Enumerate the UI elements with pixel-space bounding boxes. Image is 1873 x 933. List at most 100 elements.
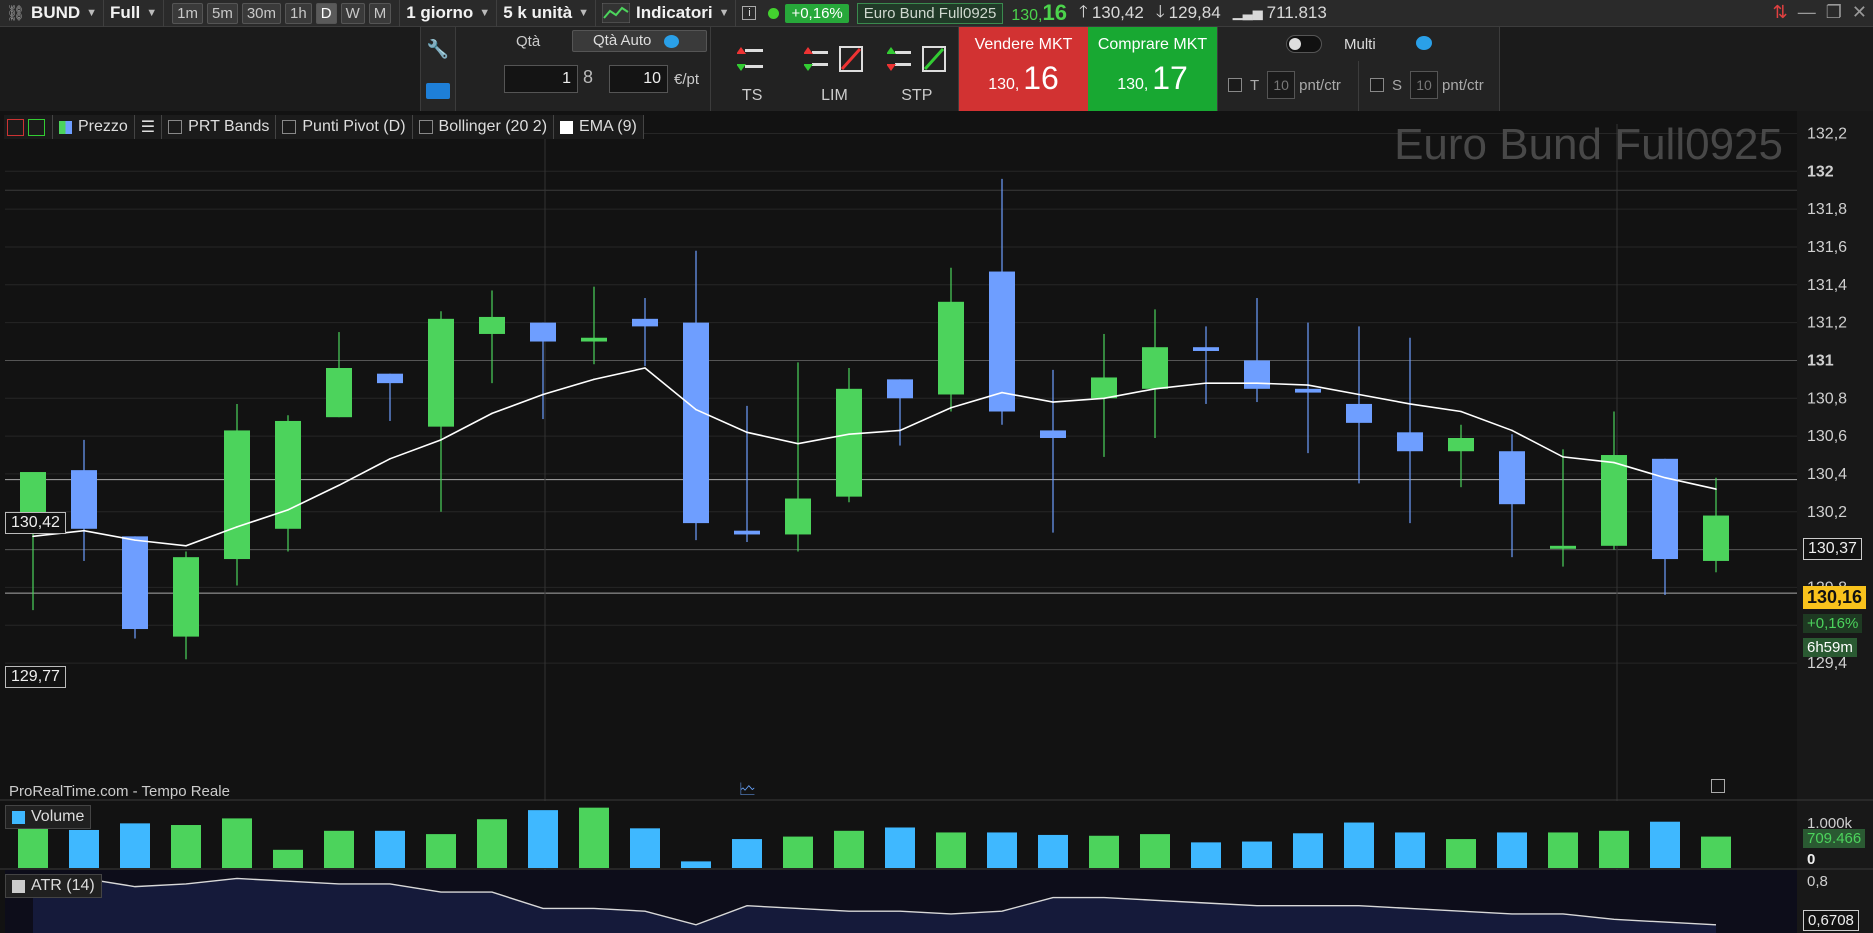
ema-point [950, 406, 952, 409]
timeframe-button-m[interactable]: M [368, 2, 392, 24]
last-price-prefix: 130, [1011, 7, 1043, 24]
candle-body[interactable] [887, 379, 913, 399]
candle-body[interactable] [1499, 451, 1525, 505]
legend-ema[interactable]: EMA (9) [554, 115, 644, 139]
info-icon[interactable]: i [742, 6, 757, 20]
candle-body[interactable] [836, 388, 862, 497]
info-icon[interactable] [1711, 779, 1725, 793]
minimize-icon[interactable]: — [1798, 2, 1816, 23]
pivot-checkbox[interactable] [282, 120, 297, 134]
chat-bubble-icon [663, 34, 679, 48]
timeframe-button-d[interactable]: D [315, 2, 337, 24]
close-panel-icon[interactable] [7, 118, 24, 136]
close-icon[interactable]: ✕ [1852, 2, 1867, 23]
legend-bollinger[interactable]: Bollinger (20 2) [412, 115, 555, 139]
link-icon[interactable]: 8 [583, 67, 593, 88]
candle-body[interactable] [785, 498, 811, 535]
candle-body[interactable] [173, 557, 199, 637]
chevron-down-icon: ▼ [86, 7, 98, 19]
swap-arrows-icon[interactable]: ⇅ [1773, 2, 1788, 23]
timeframe-button-1m[interactable]: 1m [172, 2, 203, 24]
candle-body[interactable] [938, 301, 964, 395]
candle-body[interactable] [377, 373, 403, 384]
contract-selector[interactable]: Full ▼ [104, 0, 165, 27]
order-types: TS LIM STP [711, 27, 959, 111]
ema-point [1307, 384, 1309, 386]
atr-tick-label: 0,8 [1807, 873, 1828, 890]
candle-body[interactable] [479, 316, 505, 334]
candle-body[interactable] [428, 318, 454, 427]
stop-points-input[interactable]: 10 [1410, 71, 1439, 99]
candle-body[interactable] [1703, 515, 1729, 561]
qty-label: Qtà [516, 33, 541, 50]
candle-body[interactable] [224, 430, 250, 560]
unit-label: €/pt [674, 71, 700, 88]
points-input[interactable]: 10 [609, 65, 668, 93]
ema-point [1460, 410, 1462, 413]
candle-body[interactable] [1244, 360, 1270, 389]
candle-body[interactable] [1397, 432, 1423, 452]
timeframe-button-30m[interactable]: 30m [241, 2, 282, 24]
expand-panel-icon[interactable] [28, 118, 45, 136]
order-type-stp[interactable]: STP [882, 45, 952, 105]
candle-body[interactable] [734, 530, 760, 535]
candle-body[interactable] [1142, 347, 1168, 389]
candle-body[interactable] [326, 368, 352, 418]
bollinger-checkbox[interactable] [418, 120, 433, 134]
screener-icon[interactable]: 🗠 [739, 777, 756, 806]
legend-list[interactable]: ☰ [134, 115, 163, 139]
multi-toggle[interactable] [1286, 35, 1322, 53]
target-points-input[interactable]: 10 [1267, 71, 1296, 99]
candle-body[interactable] [71, 470, 97, 529]
candle-body[interactable] [683, 322, 709, 524]
candle-body[interactable] [1601, 455, 1627, 546]
volume-swatch-icon [12, 810, 25, 824]
qty-auto-button[interactable]: Qtà Auto [572, 30, 707, 52]
axis-level-tag: 130,37 [1803, 538, 1862, 560]
candle-body[interactable] [1652, 458, 1678, 560]
units-selector[interactable]: 5 k unità ▼ [497, 0, 597, 27]
candle-body[interactable] [581, 337, 607, 342]
axis-atr-tag: 0,6708 [1803, 910, 1859, 931]
candle-body[interactable] [1550, 545, 1576, 549]
y-tick-label: 129,4 [1807, 655, 1847, 672]
candle-body[interactable] [1448, 437, 1474, 452]
buy-market-button[interactable]: Comprare MKT 130, 17 [1088, 27, 1217, 111]
legend-prt-bands[interactable]: PRT Bands [162, 115, 277, 139]
candle-body[interactable] [989, 271, 1015, 412]
candle-body[interactable] [1193, 347, 1219, 351]
wrench-icon[interactable]: 🔧 [427, 39, 449, 60]
timeframe-button-5m[interactable]: 5m [207, 2, 238, 24]
candle-body[interactable] [1295, 388, 1321, 393]
target-checkbox[interactable] [1228, 78, 1242, 92]
period-selector[interactable]: 1 giorno ▼ [400, 0, 498, 27]
chart-area[interactable]: 132,2 132 131,8 131,6 131,4 131,2 131 130,8 130,… [0, 111, 1873, 933]
restore-icon[interactable]: ❐ [1826, 2, 1842, 23]
qty-input[interactable]: 1 [504, 65, 578, 93]
indicators-button[interactable]: Indicatori ▼ [596, 0, 737, 27]
stop-label: S [1392, 76, 1403, 94]
chevron-down-icon: ▼ [146, 7, 158, 19]
legend-pivot[interactable]: Punti Pivot (D) [276, 115, 413, 139]
instrument-selector[interactable]: ⛓ BUND ▼ [0, 0, 105, 27]
order-type-ts[interactable]: TS [717, 45, 787, 105]
candle-body[interactable] [1346, 403, 1372, 423]
candle-body[interactable] [122, 536, 148, 630]
volume-value: 711.813 [1266, 3, 1327, 22]
y-tick-label: 131,8 [1807, 201, 1847, 218]
candle-body[interactable] [1040, 430, 1066, 438]
candle-body[interactable] [632, 318, 658, 327]
sell-market-button[interactable]: Vendere MKT 130, 16 [959, 27, 1088, 111]
timeframe-button-w[interactable]: W [340, 2, 365, 24]
candle-body[interactable] [530, 322, 556, 342]
keyboard-icon[interactable] [426, 83, 450, 100]
price-chart[interactable]: 132,2 132 131,8 131,6 131,4 131,2 131 130,8 130,… [0, 111, 1873, 933]
legend-price[interactable]: Prezzo [53, 115, 135, 139]
candle-body[interactable] [1091, 377, 1117, 399]
ema-point [1664, 476, 1666, 479]
arrow-down-icon: 🡓 [1155, 1, 1165, 21]
order-type-lim[interactable]: LIM [799, 45, 869, 105]
prt-bands-checkbox[interactable] [168, 120, 183, 134]
stop-checkbox[interactable] [1370, 78, 1384, 92]
timeframe-button-1h[interactable]: 1h [285, 2, 312, 24]
